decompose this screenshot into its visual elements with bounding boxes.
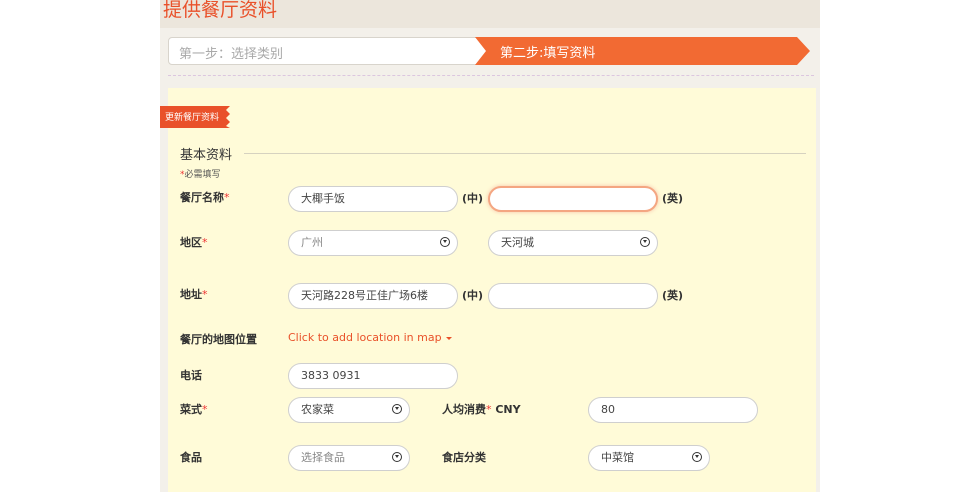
avg-spend-currency: CNY [495, 403, 521, 416]
chevron-down-icon [640, 237, 650, 247]
city-select[interactable]: 广州 [288, 230, 458, 256]
address-zh-input[interactable]: 天河路228号正佳广场6楼 [288, 283, 458, 309]
phone-input[interactable]: 3833 0931 [288, 363, 458, 389]
name-label: 餐厅名称* [180, 189, 230, 205]
step-1[interactable]: 第一步：选择类别 [168, 37, 488, 65]
name-label-text: 餐厅名称 [180, 191, 224, 204]
name-zh-suffix: (中) [462, 192, 484, 205]
required-mark: * [486, 403, 492, 416]
avg-spend-input[interactable]: 80 [588, 397, 758, 423]
required-mark: * [224, 191, 230, 204]
address-label: 地址* [180, 286, 208, 302]
caret-down-icon [445, 336, 452, 340]
city-select-value: 广州 [301, 236, 323, 249]
address-en-suffix: (英) [662, 289, 684, 302]
required-mark: * [202, 236, 208, 249]
address-label-text: 地址 [180, 288, 202, 301]
address-en-input[interactable] [488, 283, 658, 309]
food-select[interactable]: 选择食品 [288, 445, 410, 471]
ribbon-label: 更新餐厅资料 [165, 113, 220, 123]
add-map-location-link[interactable]: Click to add location in map [288, 331, 452, 344]
food-label: 食品 [180, 451, 202, 464]
phone-label: 电话 [180, 369, 202, 382]
area-label-text: 地区 [180, 236, 202, 249]
divider [168, 75, 814, 76]
section-divider [244, 153, 806, 154]
district-select-value: 天河城 [501, 236, 534, 249]
chevron-down-icon [692, 452, 702, 462]
required-mark: * [202, 403, 208, 416]
content-panel: 提供餐厅资料 第一步：选择类别 第二步:填写资料 更新餐厅资料 基本资料 *必需… [160, 0, 820, 492]
step-2-label[interactable]: 第二步:填写资料 [500, 42, 595, 61]
cuisine-label: 菜式* [180, 401, 208, 417]
required-mark: * [202, 288, 208, 301]
shop-type-select-value: 中菜馆 [601, 451, 634, 464]
required-note: *必需填写 [180, 167, 221, 180]
map-link-text: Click to add location in map [288, 331, 442, 344]
update-ribbon: 更新餐厅资料 [160, 106, 230, 128]
required-note-text: 必需填写 [184, 170, 221, 180]
name-en-suffix: (英) [662, 192, 684, 205]
avg-spend-label: 人均消费* CNY [442, 401, 521, 417]
cuisine-select-value: 农家菜 [301, 403, 334, 416]
name-en-input[interactable] [488, 186, 658, 212]
chevron-down-icon [392, 452, 402, 462]
step-1-label: 第一步：选择类别 [179, 47, 284, 62]
name-zh-input[interactable]: 大椰手饭 [288, 186, 458, 212]
area-label: 地区* [180, 234, 208, 250]
address-zh-suffix: (中) [462, 289, 484, 302]
avg-spend-label-text: 人均消费 [442, 403, 486, 416]
cuisine-label-text: 菜式 [180, 403, 202, 416]
cuisine-select[interactable]: 农家菜 [288, 397, 410, 423]
chevron-down-icon [440, 237, 450, 247]
food-select-placeholder: 选择食品 [301, 451, 345, 464]
page-title: 提供餐厅资料 [163, 0, 278, 21]
shop-type-label: 食店分类 [442, 451, 486, 464]
shop-type-select[interactable]: 中菜馆 [588, 445, 710, 471]
map-label: 餐厅的地图位置 [180, 333, 257, 346]
step-progress: 第一步：选择类别 第二步:填写资料 [168, 37, 810, 65]
district-select[interactable]: 天河城 [488, 230, 658, 256]
chevron-down-icon [392, 404, 402, 414]
section-title: 基本资料 [180, 148, 233, 163]
